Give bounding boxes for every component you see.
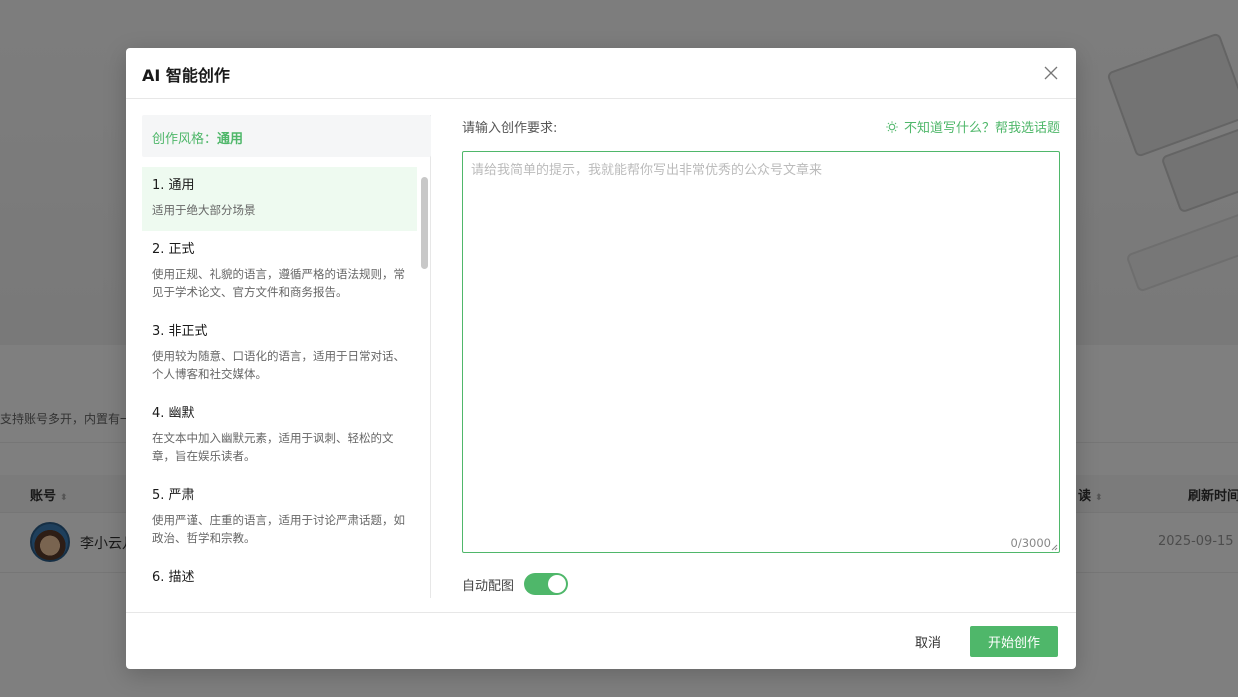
prompt-label: 请输入创作要求: [462, 121, 558, 136]
prompt-panel: 请输入创作要求: 不知道写什么？帮我选话题 0/3000 自动配图 [462, 115, 1060, 598]
style-item-desc: 使用正规、礼貌的语言，遵循严格的语法规则，常见于学术论文、官方文件和商务报告。 [152, 267, 405, 299]
dialog-body: 创作风格：通用 1. 通用 适用于绝大部分场景 2. 正式 使用正规、礼貌的语言… [126, 99, 1076, 612]
auto-image-toggle[interactable] [524, 573, 569, 595]
style-item-name: 5. 严肃 [152, 488, 195, 503]
toggle-knob [548, 575, 567, 593]
suggest-topic-link[interactable]: 不知道写什么？帮我选话题 [885, 117, 1060, 136]
style-item-formal[interactable]: 2. 正式 使用正规、礼貌的语言，遵循严格的语法规则，常见于学术论文、官方文件和… [142, 231, 417, 313]
style-header: 创作风格：通用 [142, 115, 431, 157]
prompt-textarea-container: 0/3000 [462, 151, 1060, 553]
style-item-general[interactable]: 1. 通用 适用于绝大部分场景 [142, 167, 417, 231]
close-icon [1044, 66, 1058, 80]
style-list-scrollbar[interactable] [419, 167, 431, 598]
style-item-desc: 适用于绝大部分场景 [152, 203, 256, 217]
scrollbar-thumb[interactable] [421, 177, 428, 269]
dialog-footer: 取消 开始创作 [126, 612, 1076, 669]
char-count: 0/3000 [1010, 536, 1051, 550]
dialog-title: AI 智能创作 [142, 66, 230, 85]
style-item-name: 4. 幽默 [152, 406, 195, 421]
style-header-value: 通用 [217, 132, 244, 147]
style-item-serious[interactable]: 5. 严肃 使用严谨、庄重的语言，适用于讨论严肃话题，如政治、哲学和宗教。 [142, 477, 417, 559]
style-item-name: 2. 正式 [152, 242, 195, 257]
dialog-header: AI 智能创作 [126, 48, 1076, 99]
style-item-desc: 使用严谨、庄重的语言，适用于讨论严肃话题，如政治、哲学和宗教。 [152, 513, 405, 545]
auto-image-row: 自动配图 [462, 573, 569, 595]
bulb-icon [886, 120, 898, 133]
auto-image-label: 自动配图 [462, 578, 515, 594]
style-item-name: 3. 非正式 [152, 324, 208, 339]
style-list: 1. 通用 适用于绝大部分场景 2. 正式 使用正规、礼貌的语言，遵循严格的语法… [142, 167, 417, 598]
style-item-name: 1. 通用 [152, 178, 195, 193]
style-item-informal[interactable]: 3. 非正式 使用较为随意、口语化的语言，适用于日常对话、个人博客和社交媒体。 [142, 313, 417, 395]
prompt-input[interactable] [463, 152, 1059, 552]
style-item-desc: 在文本中加入幽默元素，适用于讽刺、轻松的文章，旨在娱乐读者。 [152, 431, 394, 463]
style-item-humor[interactable]: 4. 幽默 在文本中加入幽默元素，适用于讽刺、轻松的文章，旨在娱乐读者。 [142, 395, 417, 477]
close-button[interactable] [1040, 62, 1062, 84]
resize-grip-icon[interactable] [1050, 543, 1058, 551]
style-item-descriptive[interactable]: 6. 描述 [142, 559, 417, 598]
ai-creation-dialog: AI 智能创作 创作风格：通用 1. 通用 适用于绝大部分场景 2. 正式 使用… [126, 48, 1076, 669]
style-item-desc: 使用较为随意、口语化的语言，适用于日常对话、个人博客和社交媒体。 [152, 349, 405, 381]
start-creation-button[interactable]: 开始创作 [970, 626, 1058, 657]
suggest-topic-text: 不知道写什么？帮我选话题 [903, 121, 1060, 136]
cancel-button[interactable]: 取消 [902, 626, 954, 657]
style-item-name: 6. 描述 [152, 570, 195, 585]
style-header-label: 创作风格： [152, 132, 218, 147]
style-panel: 创作风格：通用 1. 通用 适用于绝大部分场景 2. 正式 使用正规、礼貌的语言… [142, 115, 431, 598]
